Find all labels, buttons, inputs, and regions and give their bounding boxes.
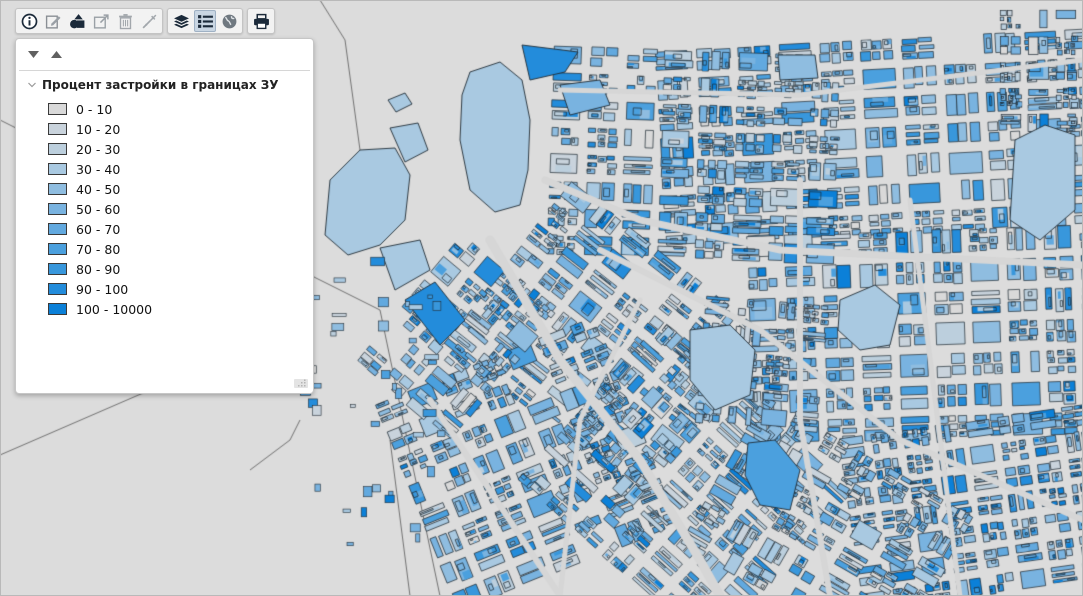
legend-label: 10 - 20	[76, 121, 121, 137]
shapes-button[interactable]	[66, 10, 88, 32]
legend-swatch	[48, 303, 67, 315]
legend-panel: Процент застройки в границах ЗУ 0 - 10 10…	[15, 38, 314, 394]
legend-label: 30 - 40	[76, 161, 121, 177]
layers-button[interactable]	[170, 10, 192, 32]
legend-item: 80 - 90	[48, 259, 152, 279]
toolbar-group-print	[247, 8, 275, 34]
globe-button[interactable]	[218, 10, 240, 32]
legend-item: 40 - 50	[48, 179, 152, 199]
legend-swatch	[48, 143, 67, 155]
legend-label: 80 - 90	[76, 261, 121, 277]
resize-grip[interactable]	[294, 379, 308, 388]
legend-label: 20 - 30	[76, 141, 121, 157]
legend-label: 70 - 80	[76, 241, 121, 257]
legend-item: 100 - 10000	[48, 299, 152, 319]
legend-items: 0 - 10 10 - 20 20 - 30 30 - 40 40 - 50 50 - 6…	[48, 99, 152, 319]
legend-layer-row[interactable]: Процент застройки в границах ЗУ	[26, 77, 279, 93]
info-icon	[21, 13, 37, 29]
legend-swatch	[48, 103, 67, 115]
edit-icon	[45, 14, 61, 29]
legend-layer-title: Процент застройки в границах ЗУ	[42, 78, 279, 92]
collapse-all-button[interactable]	[49, 47, 63, 61]
toolbar-group-panels	[167, 8, 243, 34]
print-icon	[253, 13, 269, 29]
legend-item: 10 - 20	[48, 119, 152, 139]
legend-swatch	[48, 263, 67, 275]
layers-icon	[173, 14, 189, 28]
legend-item: 70 - 80	[48, 239, 152, 259]
print-button[interactable]	[250, 10, 272, 32]
globe-icon	[222, 14, 236, 28]
export-button[interactable]	[90, 10, 112, 32]
legend-swatch	[48, 243, 67, 255]
edit-button[interactable]	[42, 10, 64, 32]
legend-item: 20 - 30	[48, 139, 152, 159]
legend-swatch	[48, 283, 67, 295]
legend-icon	[197, 14, 213, 28]
measure-icon	[142, 14, 156, 28]
legend-swatch	[48, 203, 67, 215]
legend-item: 90 - 100	[48, 279, 152, 299]
resize-grip-icon	[298, 379, 306, 387]
shapes-icon	[69, 13, 84, 28]
legend-swatch	[48, 183, 67, 195]
map-toolbar	[15, 8, 275, 34]
legend-label: 0 - 10	[76, 101, 113, 117]
delete-icon	[118, 13, 132, 29]
delete-button[interactable]	[114, 10, 136, 32]
export-icon	[93, 13, 109, 29]
triangle-down-icon	[27, 50, 39, 58]
measure-button[interactable]	[138, 10, 160, 32]
chevron-down-icon[interactable]	[26, 79, 38, 91]
legend-swatch	[48, 163, 67, 175]
legend-header	[19, 39, 310, 71]
legend-item: 30 - 40	[48, 159, 152, 179]
legend-button[interactable]	[194, 10, 216, 32]
expand-all-button[interactable]	[26, 47, 40, 61]
legend-swatch	[48, 123, 67, 135]
toolbar-group-tools	[15, 8, 163, 34]
legend-label: 50 - 60	[76, 201, 121, 217]
legend-label: 40 - 50	[76, 181, 121, 197]
legend-label: 60 - 70	[76, 221, 121, 237]
legend-label: 90 - 100	[76, 281, 129, 297]
legend-item: 0 - 10	[48, 99, 152, 119]
triangle-up-icon	[50, 50, 62, 58]
info-button[interactable]	[18, 10, 40, 32]
legend-label: 100 - 10000	[76, 301, 153, 317]
legend-swatch	[48, 223, 67, 235]
legend-item: 60 - 70	[48, 219, 152, 239]
legend-item: 50 - 60	[48, 199, 152, 219]
